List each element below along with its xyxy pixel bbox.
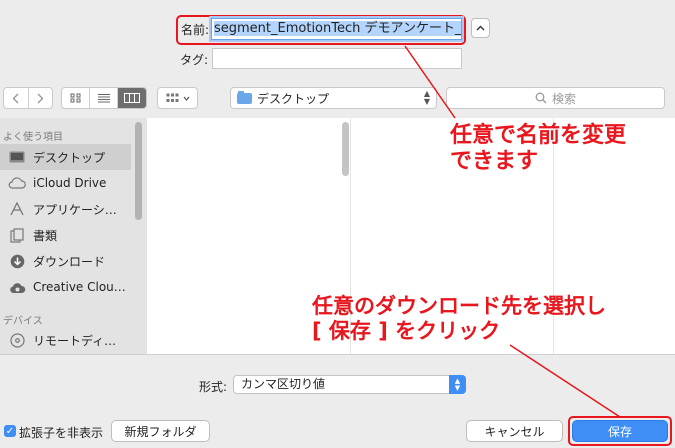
rename-annotation: 任意で名前を変更 できます: [450, 123, 627, 175]
annotation-lines: [404, 45, 621, 418]
save-callout-line: [509, 344, 621, 418]
save-annotation: 任意のダウンロード先を選択し [ 保存 ] をクリック: [312, 294, 606, 344]
rename-callout-line: [404, 45, 456, 119]
